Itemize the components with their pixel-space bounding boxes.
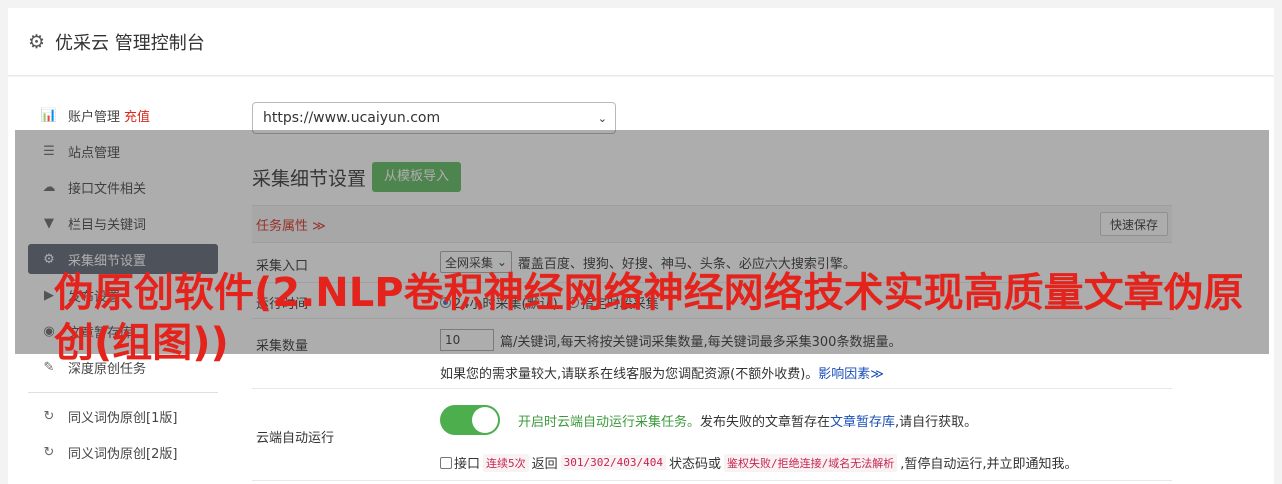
sidebar-item-synonym-v1[interactable]: ↻ 同义词伪原创[1版] <box>28 401 218 431</box>
sidebar-divider <box>28 392 218 393</box>
cloud-self-fetch: ,请自行获取。 <box>895 414 978 430</box>
page-title: 优采云 管理控制台 <box>55 32 205 54</box>
status-or-text: 状态码或 <box>669 457 722 472</box>
bar-chart-icon: 📊 <box>40 107 58 123</box>
iface-text: 接口 <box>454 457 481 472</box>
page-header: ⚙ 优采云 管理控制台 <box>8 8 1274 76</box>
refresh-icon: ↻ <box>43 408 55 424</box>
sidebar-item-account[interactable]: 📊 账户管理 充值 <box>28 100 218 130</box>
chevron-down-icon: ⌄ <box>597 111 607 125</box>
sidebar-item-label: 同义词伪原创[2版] <box>68 446 178 462</box>
sidebar-item-label: 同义词伪原创[1版] <box>68 410 178 426</box>
times-code: 连续5次 <box>483 453 529 472</box>
status-codes: 301/302/403/404 <box>560 455 666 470</box>
sidebar-item-synonym-v2[interactable]: ↻ 同义词伪原创[2版] <box>28 437 218 467</box>
gear-icon: ⚙ <box>28 30 46 53</box>
cloud-auto-run-toggle[interactable] <box>440 405 500 435</box>
recharge-link[interactable]: 充值 <box>124 106 150 125</box>
article-store-link[interactable]: 文章暂存库 <box>830 411 895 430</box>
auth-fail-code: 鉴权失败/拒绝连接/域名无法解析 <box>724 453 898 472</box>
sidebar-item-label: 账户管理 <box>68 109 121 125</box>
overlay-headline: 伪原创软件(2.NLP卷积神经网络神经网络技术实现高质量文章伪原创(组图)) <box>54 270 1244 366</box>
cloud-enabled-text: 开启时云端自动运行采集任务。 <box>518 414 701 430</box>
cloud-label: 云端自动运行 <box>256 431 335 446</box>
refresh-icon: ↻ <box>43 444 55 460</box>
cloud-pause-line: 接口 连续5次 返回 301/302/403/404 状态码或 鉴权失败/拒绝连… <box>440 453 1078 472</box>
returns-text: 返回 <box>531 457 558 472</box>
row-cloud-auto-run: 云端自动运行 开启时云端自动运行采集任务。 发布失败的文章暂存在 文章暂存库 ,… <box>252 389 1172 481</box>
cloud-fail-text: 发布失败的文章暂存在 <box>700 414 831 430</box>
pause-on-error-checkbox[interactable] <box>440 456 452 469</box>
site-url-value: https://www.ucaiyun.com <box>263 110 441 126</box>
pause-text: ,暂停自动运行,并立即通知我。 <box>900 457 1078 472</box>
cloud-toggle-line: 开启时云端自动运行采集任务。 发布失败的文章暂存在 文章暂存库 ,请自行获取。 <box>440 405 977 435</box>
